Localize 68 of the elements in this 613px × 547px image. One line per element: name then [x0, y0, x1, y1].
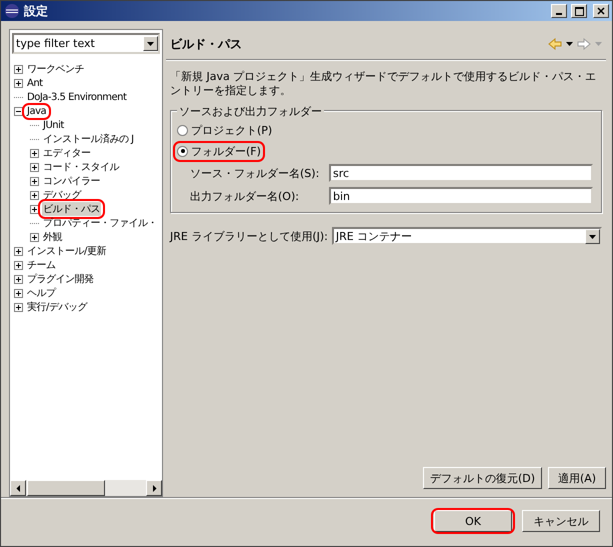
page-title: ビルド・パス: [170, 36, 243, 52]
dialog-button[interactable]: キャンセル: [522, 510, 600, 532]
jre-label: JRE ライブラリーとして使用(J):: [170, 228, 328, 244]
tree-item[interactable]: チーム: [26, 258, 56, 272]
app-icon: [4, 3, 20, 19]
maximize-icon: [574, 6, 584, 16]
scrollbar-thumb[interactable]: [27, 480, 105, 496]
radio-button[interactable]: [177, 146, 188, 156]
annotation-ring: [22, 102, 52, 120]
tree-item[interactable]: Ant: [26, 78, 44, 88]
expand-toggle-icon[interactable]: [14, 302, 23, 312]
dialog-button[interactable]: OK: [434, 510, 512, 532]
description-text: 「新規 Java プロジェクト」生成ウィザードでデフォルトで使用するビルド・パス・エントリーを指定します。: [170, 70, 598, 98]
expand-toggle-icon[interactable]: [14, 260, 23, 270]
tree-item[interactable]: コンパイラー: [42, 174, 101, 188]
close-button[interactable]: [593, 4, 609, 18]
expand-toggle-icon[interactable]: [14, 246, 23, 256]
tree-item[interactable]: インストール/更新: [26, 244, 107, 258]
maximize-button[interactable]: [571, 4, 587, 18]
caret-icon: [147, 40, 154, 47]
tree-item[interactable]: DoJa-3.5 Environment: [26, 92, 128, 102]
expand-toggle-icon[interactable]: [14, 78, 23, 88]
tree-item[interactable]: ワークベンチ: [26, 62, 85, 76]
input-field[interactable]: bin: [329, 187, 593, 205]
scroll-left-button[interactable]: [10, 480, 26, 496]
caret-icon: [589, 232, 596, 240]
expand-toggle-icon[interactable]: [30, 232, 39, 242]
tree-item[interactable]: コード・スタイル: [42, 160, 120, 174]
page-button[interactable]: デフォルトの復元(D): [422, 467, 542, 489]
radio-label[interactable]: フォルダー(F): [191, 144, 261, 158]
annotation-ring: [38, 199, 105, 219]
expand-toggle-icon[interactable]: [30, 148, 39, 158]
dropdown-button[interactable]: [585, 228, 600, 244]
tree-item[interactable]: デバッグ: [42, 188, 82, 202]
field-label: 出力フォルダー名(O):: [190, 188, 300, 204]
tree-item[interactable]: JUnit: [42, 120, 65, 130]
expand-toggle-icon[interactable]: [30, 190, 39, 200]
group-title: ソースおよび出力フォルダー: [177, 104, 324, 119]
filter-field[interactable]: type filter text: [12, 33, 160, 54]
tree-item[interactable]: 実行/デバッグ: [26, 300, 88, 314]
tree-item[interactable]: プロパティー・ファイル・: [42, 216, 158, 230]
page-button[interactable]: 適用(A): [548, 467, 606, 489]
radio-button[interactable]: [177, 124, 188, 136]
window-title: 設定: [24, 2, 49, 20]
expand-toggle-icon[interactable]: [30, 162, 39, 172]
right-arrow-icon: [150, 484, 158, 492]
scroll-right-button[interactable]: [146, 480, 162, 496]
tree-item[interactable]: インストール済みの J: [42, 132, 135, 146]
dropdown-button[interactable]: [143, 36, 158, 51]
caret-icon[interactable]: [566, 42, 573, 46]
tree-item[interactable]: ヘルプ: [26, 286, 56, 300]
field-label: ソース・フォルダー名(S):: [190, 166, 320, 180]
tree-item[interactable]: 外観: [42, 230, 63, 244]
tree-item[interactable]: Java: [26, 106, 48, 116]
left-arrow-icon: [14, 484, 22, 492]
expand-toggle-icon[interactable]: [14, 64, 23, 74]
expand-toggle-icon[interactable]: [30, 176, 39, 186]
expand-toggle-icon[interactable]: [14, 274, 23, 284]
expand-toggle-icon[interactable]: [30, 204, 39, 214]
expand-toggle-icon[interactable]: [14, 288, 23, 298]
tree-item[interactable]: エディター: [42, 146, 92, 160]
radio-label[interactable]: プロジェクト(P): [191, 122, 272, 138]
expand-toggle-icon[interactable]: [14, 106, 23, 116]
close-icon: [597, 7, 605, 15]
jre-select[interactable]: JRE コンテナー: [332, 227, 602, 245]
input-field[interactable]: src: [329, 164, 593, 182]
minimize-button[interactable]: [551, 4, 567, 18]
tree-item[interactable]: プラグイン開発: [26, 272, 94, 286]
